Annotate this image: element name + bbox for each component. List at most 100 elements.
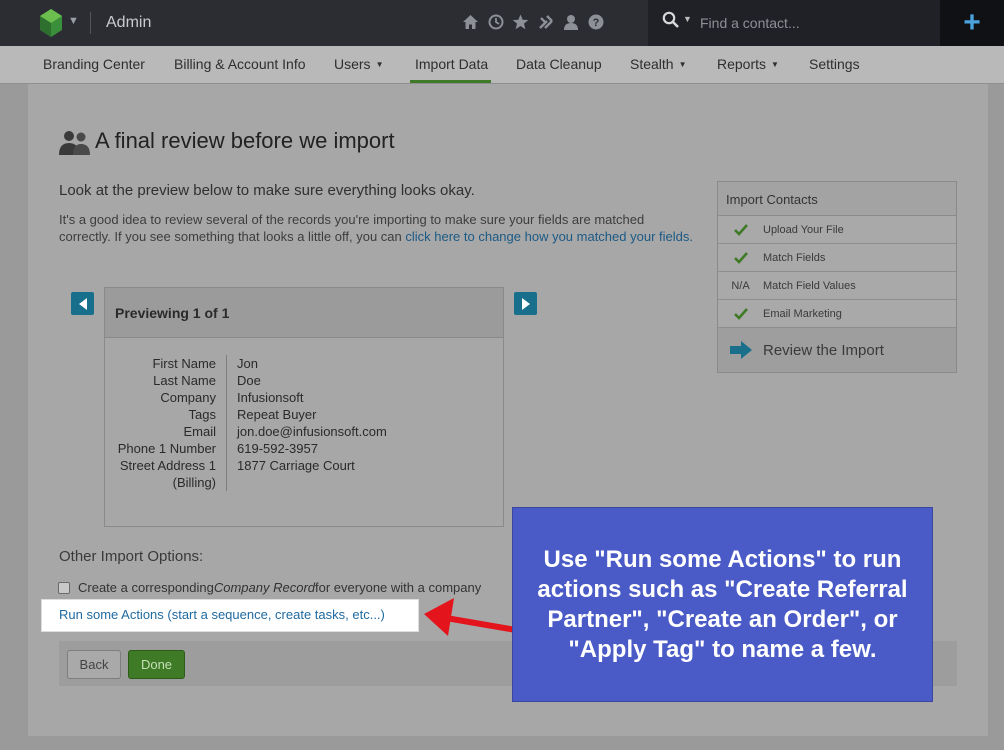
field-value: Jon bbox=[237, 356, 258, 371]
other-options-heading: Other Import Options: bbox=[59, 548, 204, 565]
nav-stealth[interactable]: Stealth ▼ bbox=[630, 56, 687, 72]
nav-label: Data Cleanup bbox=[516, 56, 602, 72]
tools-icon[interactable] bbox=[537, 12, 554, 32]
field-value: Repeat Buyer bbox=[237, 407, 317, 422]
field-row: First Name Jon bbox=[105, 355, 503, 372]
option-text: for everyone with a company bbox=[315, 580, 482, 595]
check-icon bbox=[718, 307, 763, 320]
field-row: Street Address 1 (Billing) 1877 Carriage … bbox=[105, 457, 503, 491]
current-step-label: Review the Import bbox=[763, 341, 884, 359]
nav-label: Settings bbox=[809, 56, 860, 72]
record-preview: Previewing 1 of 1 First Name Jon Last Nam… bbox=[104, 287, 504, 527]
divider bbox=[90, 12, 91, 34]
run-actions-row: Run some Actions (start a sequence, crea… bbox=[42, 600, 418, 631]
nav-settings[interactable]: Settings bbox=[809, 56, 860, 72]
nav-label: Branding Center bbox=[43, 56, 145, 72]
annotation-arrow bbox=[424, 598, 517, 636]
option-text-em: Company Record bbox=[213, 580, 316, 595]
nav-label: Stealth bbox=[630, 56, 674, 72]
field-label: Street Address 1 (Billing) bbox=[119, 458, 216, 490]
preview-fields: First Name Jon Last Name Doe Company Infusi… bbox=[105, 355, 503, 491]
intro-text: Look at the preview below to make sure e… bbox=[59, 182, 475, 199]
next-record-button[interactable] bbox=[514, 292, 537, 315]
chevron-down-icon: ▼ bbox=[771, 60, 779, 69]
field-value: 1877 Carriage Court bbox=[237, 458, 355, 473]
step-label: Email Marketing bbox=[763, 307, 842, 320]
arrow-left-icon bbox=[78, 297, 87, 310]
nav-import-data[interactable]: Import Data bbox=[415, 56, 488, 72]
field-row: Last Name Doe bbox=[105, 372, 503, 389]
back-button[interactable]: Back bbox=[67, 650, 121, 679]
help-icon[interactable]: ? bbox=[587, 12, 604, 32]
app-title: Admin bbox=[106, 14, 152, 31]
star-icon[interactable] bbox=[512, 12, 529, 32]
field-label: First Name bbox=[152, 356, 216, 371]
arrow-right-icon bbox=[718, 341, 763, 359]
check-icon bbox=[718, 223, 763, 236]
step-email-marketing: Email Marketing bbox=[718, 300, 956, 328]
check-icon bbox=[718, 251, 763, 264]
chevron-down-icon: ▼ bbox=[375, 60, 384, 69]
person-icon[interactable] bbox=[562, 12, 579, 32]
app-logo[interactable] bbox=[40, 9, 62, 37]
search-dropdown-caret-icon[interactable]: ▼ bbox=[683, 14, 692, 24]
annotation-callout: Use "Run some Actions" to run actions su… bbox=[512, 507, 933, 702]
step-label: Upload Your File bbox=[763, 223, 844, 236]
nav-label: Users bbox=[334, 56, 371, 72]
step-upload-file: Upload Your File bbox=[718, 216, 956, 244]
nav-label: Reports bbox=[717, 56, 767, 72]
nav-label: Billing & Account Info bbox=[174, 56, 306, 72]
field-label: Company bbox=[160, 390, 216, 405]
step-review-import: Review the Import bbox=[718, 328, 956, 372]
field-row: Tags Repeat Buyer bbox=[105, 406, 503, 423]
svg-text:?: ? bbox=[592, 17, 599, 29]
nav-reports[interactable]: Reports ▼ bbox=[717, 56, 779, 72]
field-label: Email bbox=[183, 424, 216, 439]
field-label: Tags bbox=[188, 407, 216, 422]
admin-nav: Branding Center Billing & Account Info U… bbox=[0, 46, 1004, 84]
run-actions-link[interactable]: Run some Actions (start a sequence, crea… bbox=[59, 607, 385, 622]
import-steps-panel: Import Contacts Upload Your File Match F… bbox=[717, 181, 957, 373]
users-icon bbox=[59, 131, 90, 155]
field-row: Company Infusionsoft bbox=[105, 389, 503, 406]
chevron-down-icon: ▼ bbox=[678, 60, 687, 69]
clock-icon[interactable] bbox=[487, 12, 504, 32]
nav-users[interactable]: Users ▼ bbox=[334, 56, 383, 72]
field-row: Phone 1 Number 619-592-3957 bbox=[105, 440, 503, 457]
field-value: jon.doe@infusionsoft.com bbox=[237, 424, 387, 439]
active-tab-indicator bbox=[410, 80, 491, 83]
nav-billing-account-info[interactable]: Billing & Account Info bbox=[174, 56, 306, 72]
page-title: A final review before we import bbox=[95, 128, 395, 153]
field-value: Infusionsoft bbox=[237, 390, 304, 405]
na-mark: N/A bbox=[731, 279, 750, 292]
step-label: Match Fields bbox=[763, 251, 826, 264]
description-text: It's a good idea to review several of th… bbox=[59, 211, 699, 245]
field-value: Doe bbox=[237, 373, 261, 388]
field-label: Last Name bbox=[153, 373, 216, 388]
nav-label: Import Data bbox=[415, 56, 489, 72]
preview-heading: Previewing 1 of 1 bbox=[105, 288, 503, 338]
arrow-right-icon bbox=[521, 297, 530, 310]
company-record-option[interactable]: Create a corresponding Company Record fo… bbox=[58, 580, 481, 595]
nav-data-cleanup[interactable]: Data Cleanup bbox=[516, 56, 602, 72]
field-value: 619-592-3957 bbox=[237, 441, 318, 456]
add-button[interactable]: + bbox=[940, 0, 1004, 46]
change-field-matching-link[interactable]: click here to change how you matched you… bbox=[405, 229, 693, 244]
top-bar: ▼ Admin ? ▼ + bbox=[0, 0, 1004, 46]
search-icon[interactable] bbox=[662, 11, 680, 29]
field-row: Email jon.doe@infusionsoft.com bbox=[105, 423, 503, 440]
search-input[interactable] bbox=[700, 9, 930, 37]
chevron-down-icon[interactable]: ▼ bbox=[68, 15, 79, 27]
step-match-fields: Match Fields bbox=[718, 244, 956, 272]
field-label: Phone 1 Number bbox=[117, 441, 216, 456]
nav-branding-center[interactable]: Branding Center bbox=[43, 56, 145, 72]
company-record-checkbox[interactable] bbox=[58, 581, 70, 594]
previous-record-button[interactable] bbox=[71, 292, 94, 315]
step-match-field-values: N/A Match Field Values bbox=[718, 272, 956, 300]
callout-text: Use "Run some Actions" to run actions su… bbox=[537, 545, 908, 663]
option-text: Create a corresponding bbox=[78, 580, 214, 595]
home-icon[interactable] bbox=[462, 12, 479, 32]
step-label: Match Field Values bbox=[763, 279, 856, 292]
done-button[interactable]: Done bbox=[128, 650, 185, 679]
top-icon-group: ? bbox=[462, 12, 604, 32]
